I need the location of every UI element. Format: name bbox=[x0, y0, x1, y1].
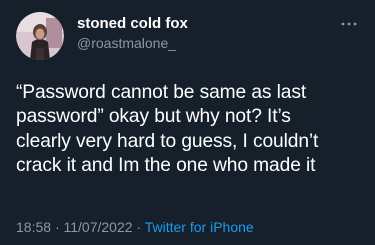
avatar[interactable] bbox=[16, 12, 64, 60]
author-handle[interactable]: @roastmalone_ bbox=[77, 35, 176, 51]
tweet-card: stoned cold fox @roastmalone_ “Password … bbox=[0, 0, 375, 245]
avatar-image bbox=[16, 12, 64, 60]
tweet-meta: 18:58 · 11/07/2022 · Twitter for iPhone bbox=[16, 219, 254, 235]
meta-separator: · bbox=[54, 219, 60, 235]
tweet-time[interactable]: 18:58 bbox=[16, 219, 51, 235]
tweet-text: “Password cannot be same as last passwor… bbox=[16, 82, 319, 176]
ellipsis-icon[interactable] bbox=[339, 17, 359, 29]
tweet-source-link[interactable]: Twitter for iPhone bbox=[145, 219, 254, 235]
tweet-date[interactable]: 11/07/2022 bbox=[64, 219, 133, 235]
meta-separator: · bbox=[136, 219, 142, 235]
author-display-name[interactable]: stoned cold fox bbox=[77, 15, 188, 32]
